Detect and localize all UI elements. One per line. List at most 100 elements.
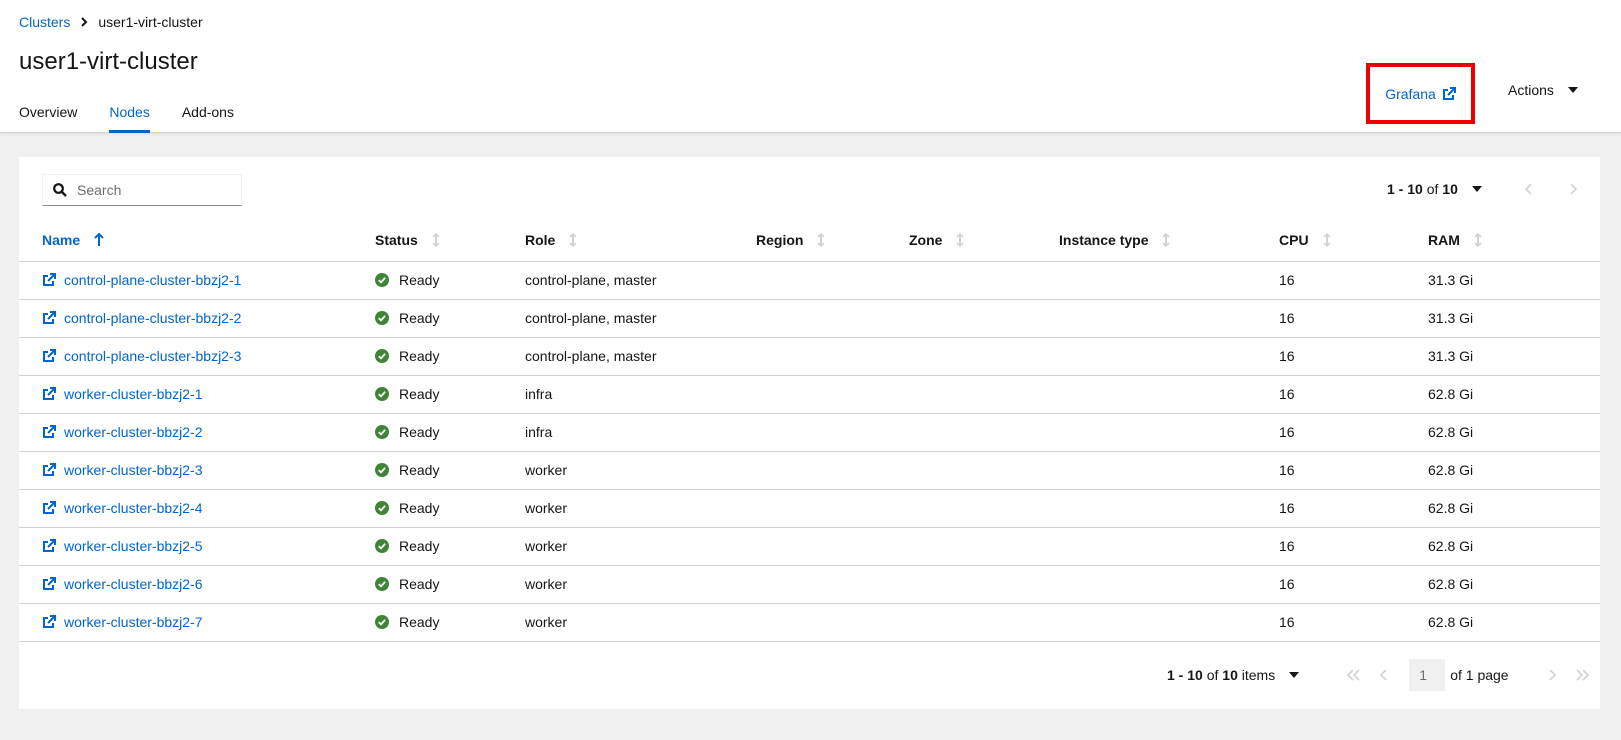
page-header: Clusters user1-virt-cluster user1-virt-c… (0, 0, 1621, 133)
column-header-ram[interactable]: RAM (1428, 219, 1600, 261)
node-name-link[interactable]: worker-cluster-bbzj2-6 (42, 576, 375, 592)
status-badge: Ready (375, 272, 525, 288)
search-icon (53, 183, 67, 197)
tab-overview[interactable]: Overview (19, 104, 77, 133)
breadcrumb-clusters-link[interactable]: Clusters (19, 14, 70, 30)
zone-cell (909, 298, 1059, 337)
double-chevron-right-icon (1576, 669, 1589, 681)
column-header-name[interactable]: Name (19, 219, 375, 261)
node-name-link[interactable]: worker-cluster-bbzj2-7 (42, 614, 375, 630)
column-header-role[interactable]: Role (525, 219, 756, 261)
chevron-right-icon (80, 17, 88, 27)
caret-down-icon (1289, 672, 1300, 678)
instance-type-cell (1059, 298, 1279, 337)
status-badge: Ready (375, 348, 525, 364)
bottom-pagination-range: 1 - 10 (1167, 667, 1203, 683)
cpu-cell: 16 (1279, 526, 1428, 565)
ram-cell: 31.3 Gi (1428, 298, 1600, 337)
cpu-cell: 16 (1279, 564, 1428, 603)
node-name-link[interactable]: worker-cluster-bbzj2-3 (42, 462, 375, 478)
external-link-icon (43, 539, 56, 552)
grafana-link[interactable]: Grafana (1385, 86, 1456, 102)
node-name-link[interactable]: worker-cluster-bbzj2-4 (42, 500, 375, 516)
ram-cell: 62.8 Gi (1428, 374, 1600, 413)
chevron-right-icon (1570, 183, 1577, 195)
breadcrumb: Clusters user1-virt-cluster (19, 14, 203, 30)
role-cell: control-plane, master (525, 298, 756, 337)
status-badge: Ready (375, 462, 525, 478)
zone-cell (909, 260, 1059, 299)
next-page-button[interactable] (1558, 183, 1588, 195)
table-row: control-plane-cluster-bbzj2-2 Ready contro… (19, 298, 1600, 337)
check-circle-icon (375, 463, 389, 477)
zone-cell (909, 412, 1059, 451)
bottom-pagination-toggle[interactable]: 1 - 10 of 10 items (1167, 667, 1300, 683)
role-cell: worker (525, 564, 756, 603)
top-pagination-total: 10 (1442, 181, 1458, 197)
region-cell (756, 602, 909, 642)
column-header-zone[interactable]: Zone (909, 219, 1059, 261)
first-page-button[interactable] (1339, 669, 1369, 681)
cpu-cell: 16 (1279, 450, 1428, 489)
instance-type-cell (1059, 526, 1279, 565)
previous-page-button[interactable] (1369, 669, 1399, 681)
check-circle-icon (375, 539, 389, 553)
role-cell: infra (525, 374, 756, 413)
cpu-cell: 16 (1279, 412, 1428, 451)
column-header-instance-type[interactable]: Instance type (1059, 219, 1279, 261)
node-name-link[interactable]: control-plane-cluster-bbzj2-3 (42, 348, 375, 364)
current-page-input[interactable] (1409, 659, 1446, 691)
external-link-icon (43, 349, 56, 362)
cpu-cell: 16 (1279, 374, 1428, 413)
check-circle-icon (375, 387, 389, 401)
node-name-link[interactable]: worker-cluster-bbzj2-2 (42, 424, 375, 440)
node-name-link[interactable]: control-plane-cluster-bbzj2-1 (42, 272, 375, 288)
role-cell: worker (525, 602, 756, 642)
status-badge: Ready (375, 576, 525, 592)
node-name-link[interactable]: worker-cluster-bbzj2-1 (42, 386, 375, 402)
instance-type-cell (1059, 336, 1279, 375)
chevron-left-icon (1524, 183, 1532, 195)
node-name-link[interactable]: control-plane-cluster-bbzj2-2 (42, 310, 375, 326)
column-header-region[interactable]: Region (756, 219, 909, 261)
sort-icon (1474, 232, 1482, 247)
instance-type-cell (1059, 260, 1279, 299)
status-badge: Ready (375, 310, 525, 326)
next-page-button[interactable] (1537, 669, 1567, 681)
actions-dropdown[interactable]: Actions (1508, 82, 1578, 98)
actions-label: Actions (1508, 82, 1554, 98)
sort-ascending-icon (94, 232, 104, 246)
caret-down-icon (1471, 186, 1482, 192)
cpu-cell: 16 (1279, 602, 1428, 642)
region-cell (756, 412, 909, 451)
zone-cell (909, 450, 1059, 489)
bottom-pagination: 1 - 10 of 10 items of 1 page (1167, 659, 1597, 691)
check-circle-icon (375, 311, 389, 325)
ram-cell: 62.8 Gi (1428, 412, 1600, 451)
node-name-link[interactable]: worker-cluster-bbzj2-5 (42, 538, 375, 554)
grafana-highlight-box: Grafana (1366, 63, 1475, 124)
ram-cell: 31.3 Gi (1428, 260, 1600, 299)
column-header-status[interactable]: Status (375, 219, 525, 261)
table-row: worker-cluster-bbzj2-7 Ready worker 16 62.8 … (19, 602, 1600, 642)
check-circle-icon (375, 501, 389, 515)
chevron-right-icon (1549, 669, 1556, 681)
cpu-cell: 16 (1279, 488, 1428, 527)
table-row: control-plane-cluster-bbzj2-1 Ready contro… (19, 260, 1600, 299)
external-link-icon (1442, 86, 1456, 100)
last-page-button[interactable] (1567, 669, 1597, 681)
sort-icon (1322, 232, 1331, 247)
tab-add-ons[interactable]: Add-ons (182, 104, 234, 133)
table-row: worker-cluster-bbzj2-4 Ready worker 16 62.8 … (19, 488, 1600, 527)
top-pagination-toggle[interactable]: 1 - 10 of 10 (1387, 181, 1482, 197)
previous-page-button[interactable] (1514, 183, 1544, 195)
tab-nodes[interactable]: Nodes (109, 104, 151, 133)
cpu-cell: 16 (1279, 260, 1428, 299)
region-cell (756, 564, 909, 603)
search-input[interactable] (77, 182, 227, 198)
sort-icon (1162, 232, 1171, 247)
ram-cell: 62.8 Gi (1428, 450, 1600, 489)
instance-type-cell (1059, 602, 1279, 642)
page-count-text: of 1 page (1450, 667, 1509, 683)
column-header-cpu[interactable]: CPU (1279, 219, 1428, 261)
